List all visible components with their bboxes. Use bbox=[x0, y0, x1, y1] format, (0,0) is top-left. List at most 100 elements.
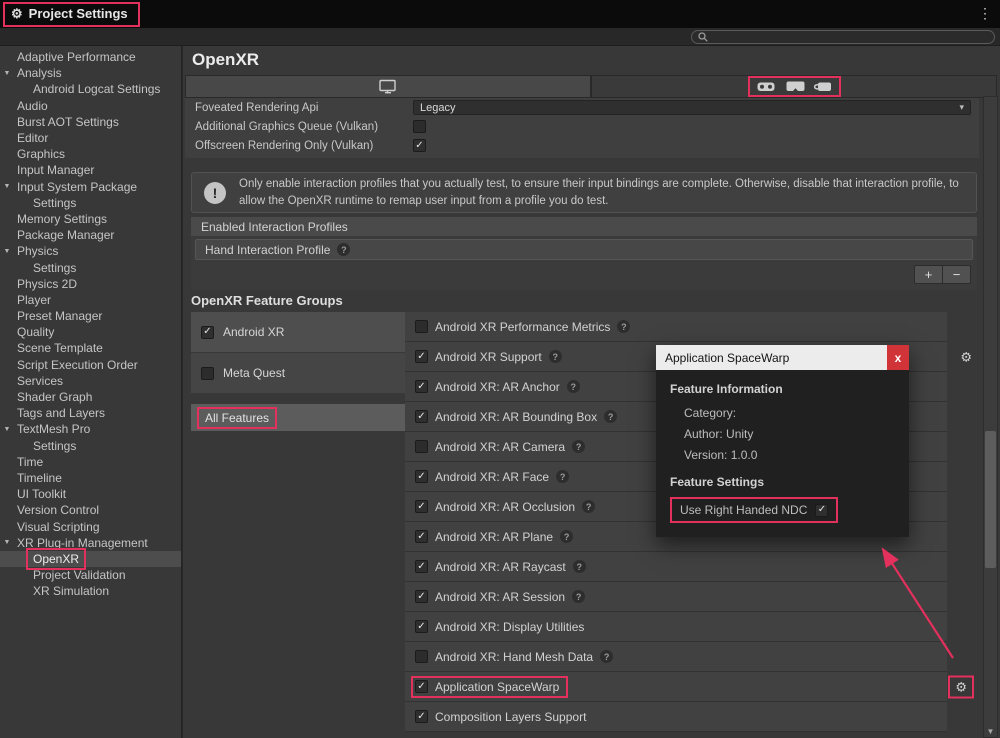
sidebar-item-textmesh-pro[interactable]: ▼TextMesh Pro bbox=[0, 421, 181, 437]
feature-row-android-xr-ar-session[interactable]: ✓Android XR: AR Session? bbox=[405, 582, 947, 612]
sidebar-item-services[interactable]: Services bbox=[0, 373, 181, 389]
checkbox-android-xr-display-utilities[interactable]: ✓ bbox=[415, 620, 428, 633]
sidebar-item-graphics[interactable]: Graphics bbox=[0, 146, 181, 162]
sidebar-item-project-validation[interactable]: Project Validation bbox=[0, 567, 181, 583]
checkbox-application-spacewarp[interactable]: ✓ bbox=[415, 680, 428, 693]
popup-close-button[interactable]: x bbox=[887, 345, 909, 370]
sidebar-item-ui-toolkit[interactable]: UI Toolkit bbox=[0, 486, 181, 502]
sidebar-item-settings[interactable]: Settings bbox=[0, 195, 181, 211]
sidebar-item-memory-settings[interactable]: Memory Settings bbox=[0, 211, 181, 227]
sidebar-item-settings[interactable]: Settings bbox=[0, 438, 181, 454]
sidebar-item-preset-manager[interactable]: Preset Manager bbox=[0, 308, 181, 324]
search-input[interactable] bbox=[712, 31, 988, 43]
sidebar-item-burst-aot-settings[interactable]: Burst AOT Settings bbox=[0, 114, 181, 130]
feature-group-all-features[interactable]: All Features bbox=[191, 404, 405, 431]
popup-titlebar[interactable]: Application SpaceWarp x bbox=[656, 345, 909, 370]
tab-vr[interactable] bbox=[591, 75, 997, 98]
checkbox-android-xr[interactable]: ✓ bbox=[201, 326, 214, 339]
use-right-handed-ndc-row[interactable]: Use Right Handed NDC ✓ bbox=[672, 499, 836, 521]
search-box[interactable] bbox=[691, 30, 995, 44]
gear-icon[interactable]: ⚙ bbox=[950, 677, 972, 696]
help-icon[interactable]: ? bbox=[337, 243, 350, 256]
sidebar-item-physics-2d[interactable]: Physics 2D bbox=[0, 276, 181, 292]
sidebar-item-visual-scripting[interactable]: Visual Scripting bbox=[0, 518, 181, 534]
sidebar-item-shader-graph[interactable]: Shader Graph bbox=[0, 389, 181, 405]
help-icon[interactable]: ? bbox=[582, 500, 595, 513]
checkbox-composition-layers-support[interactable]: ✓ bbox=[415, 710, 428, 723]
project-settings-title-chip[interactable]: ⚙ Project Settings bbox=[3, 2, 140, 27]
foldout-arrow-icon[interactable]: ▼ bbox=[0, 70, 14, 77]
scrollbar-down-arrow[interactable]: ▼ bbox=[984, 727, 997, 737]
sidebar-item-player[interactable]: Player bbox=[0, 292, 181, 308]
sidebar-item-package-manager[interactable]: Package Manager bbox=[0, 227, 181, 243]
sidebar-item-input-system-package[interactable]: ▼Input System Package bbox=[0, 179, 181, 195]
checkbox-android-xr-support[interactable]: ✓ bbox=[415, 350, 428, 363]
scrollbar-thumb[interactable] bbox=[985, 431, 996, 568]
help-icon[interactable]: ? bbox=[560, 530, 573, 543]
feature-row-composition-layers-support[interactable]: ✓Composition Layers Support bbox=[405, 702, 947, 732]
checkbox-additional-graphics-queue-vulkan[interactable] bbox=[413, 120, 426, 133]
sidebar-item-xr-simulation[interactable]: XR Simulation bbox=[0, 583, 181, 599]
foldout-arrow-icon[interactable]: ▼ bbox=[0, 183, 14, 190]
feature-row-android-xr-ar-raycast[interactable]: ✓Android XR: AR Raycast? bbox=[405, 552, 947, 582]
sidebar-item-time[interactable]: Time bbox=[0, 454, 181, 470]
sidebar-item-label: XR Plug-in Management bbox=[14, 536, 151, 550]
sidebar-item-quality[interactable]: Quality bbox=[0, 324, 181, 340]
help-icon[interactable]: ? bbox=[556, 470, 569, 483]
feature-group-meta-quest[interactable]: Meta Quest bbox=[191, 353, 405, 394]
checkbox-android-xr-ar-plane[interactable]: ✓ bbox=[415, 530, 428, 543]
sidebar-item-timeline[interactable]: Timeline bbox=[0, 470, 181, 486]
checkbox-android-xr-ar-occlusion[interactable]: ✓ bbox=[415, 500, 428, 513]
sidebar-item-android-logcat-settings[interactable]: Android Logcat Settings bbox=[0, 81, 181, 97]
sidebar-item-version-control[interactable]: Version Control bbox=[0, 502, 181, 518]
help-icon[interactable]: ? bbox=[573, 560, 586, 573]
checkbox-android-xr-ar-anchor[interactable]: ✓ bbox=[415, 380, 428, 393]
sidebar-item-input-manager[interactable]: Input Manager bbox=[0, 162, 181, 178]
sidebar-item-scene-template[interactable]: Scene Template bbox=[0, 340, 181, 356]
feature-row-android-xr-performance-metrics[interactable]: Android XR Performance Metrics? bbox=[405, 312, 947, 342]
sidebar-item-analysis[interactable]: ▼Analysis bbox=[0, 65, 181, 81]
checkbox-android-xr-ar-camera[interactable] bbox=[415, 440, 428, 453]
feature-row-application-spacewarp[interactable]: ✓Application SpaceWarp⚙ bbox=[405, 672, 947, 702]
checkbox-android-xr-ar-bounding-box[interactable]: ✓ bbox=[415, 410, 428, 423]
ndc-checkbox[interactable]: ✓ bbox=[815, 504, 828, 517]
checkbox-android-xr-ar-session[interactable]: ✓ bbox=[415, 590, 428, 603]
foldout-arrow-icon[interactable]: ▼ bbox=[0, 539, 14, 546]
help-icon[interactable]: ? bbox=[617, 320, 630, 333]
sidebar-item-xr-plug-in-management[interactable]: ▼XR Plug-in Management bbox=[0, 535, 181, 551]
sidebar-item-audio[interactable]: Audio bbox=[0, 98, 181, 114]
help-icon[interactable]: ? bbox=[549, 350, 562, 363]
help-icon[interactable]: ? bbox=[572, 590, 585, 603]
feature-row-android-xr-display-utilities[interactable]: ✓Android XR: Display Utilities bbox=[405, 612, 947, 642]
help-icon[interactable]: ? bbox=[572, 440, 585, 453]
vertical-scrollbar[interactable]: ▼ bbox=[983, 96, 998, 738]
checkbox-android-xr-hand-mesh-data[interactable] bbox=[415, 650, 428, 663]
sidebar-item-openxr[interactable]: OpenXR bbox=[0, 551, 181, 567]
tab-desktop[interactable] bbox=[185, 75, 591, 98]
sidebar-item-tags-and-layers[interactable]: Tags and Layers bbox=[0, 405, 181, 421]
checkbox-offscreen-rendering-only-vulkan[interactable]: ✓ bbox=[413, 139, 426, 152]
checkbox-android-xr-ar-raycast[interactable]: ✓ bbox=[415, 560, 428, 573]
sidebar-item-physics[interactable]: ▼Physics bbox=[0, 243, 181, 259]
checkbox-android-xr-ar-face[interactable]: ✓ bbox=[415, 470, 428, 483]
dropdown-foveated-rendering-api[interactable]: Legacy▾ bbox=[413, 100, 971, 115]
sidebar-item-adaptive-performance[interactable]: Adaptive Performance bbox=[0, 49, 181, 65]
sidebar-item-settings[interactable]: Settings bbox=[0, 259, 181, 275]
profile-hand-interaction[interactable]: Hand Interaction Profile ? bbox=[195, 239, 973, 260]
window-menu-icon[interactable]: ⋮ bbox=[978, 5, 992, 22]
checkbox-meta-quest[interactable] bbox=[201, 367, 214, 380]
help-icon[interactable]: ? bbox=[600, 650, 613, 663]
foldout-arrow-icon[interactable]: ▼ bbox=[0, 426, 14, 433]
feature-group-android-xr[interactable]: ✓Android XR bbox=[191, 312, 405, 353]
gear-icon[interactable]: ⚙ bbox=[960, 350, 972, 363]
sidebar-item-script-execution-order[interactable]: Script Execution Order bbox=[0, 357, 181, 373]
checkbox-android-xr-performance-metrics[interactable] bbox=[415, 320, 428, 333]
foldout-arrow-icon[interactable]: ▼ bbox=[0, 248, 14, 255]
application-spacewarp-popup: Application SpaceWarp x Feature Informat… bbox=[656, 345, 909, 537]
sidebar-item-editor[interactable]: Editor bbox=[0, 130, 181, 146]
help-icon[interactable]: ? bbox=[604, 410, 617, 423]
help-icon[interactable]: ? bbox=[567, 380, 580, 393]
add-profile-button[interactable]: + bbox=[915, 266, 942, 283]
remove-profile-button[interactable]: − bbox=[942, 266, 970, 283]
feature-row-android-xr-hand-mesh-data[interactable]: Android XR: Hand Mesh Data? bbox=[405, 642, 947, 672]
